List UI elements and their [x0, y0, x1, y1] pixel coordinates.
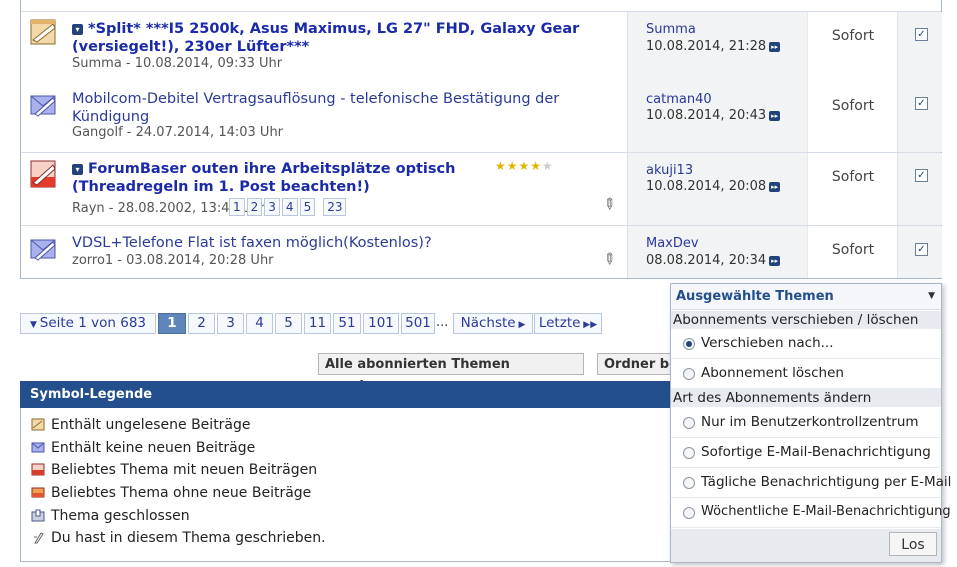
last-post-date: 10.08.2014, 21:28: [646, 39, 767, 54]
thread-starter-date: Summa - 10.08.2014, 09:33 Uhr: [72, 56, 283, 71]
option-control-panel-only[interactable]: Nur im Benutzerkontrollzentrum: [671, 408, 941, 438]
notify-type: Sofort: [831, 98, 875, 114]
legend-title: Symbol-Legende: [20, 381, 700, 408]
page-link[interactable]: 5: [275, 313, 302, 334]
thread-row: VDSL+Telefone Flat ist faxen möglich(Kos…: [21, 226, 942, 278]
go-button[interactable]: Los: [889, 532, 937, 556]
thread-row: Mobilcom-Debitel Vertragsauflösung - tel…: [21, 82, 942, 153]
radio[interactable]: [683, 417, 695, 429]
thread-page-link[interactable]: 1: [229, 198, 245, 216]
legend-item: Enthält ungelesene Beiträge: [31, 417, 251, 433]
hot-old-icon: [31, 487, 45, 498]
thread-page-link[interactable]: 3: [264, 198, 280, 216]
attachment-icon: ✎: [598, 248, 621, 270]
thread-select-checkbox[interactable]: ✓: [915, 243, 928, 256]
notify-type: Sofort: [831, 242, 875, 258]
prefix-icon: ▾: [72, 163, 83, 175]
thread-select-checkbox[interactable]: ✓: [915, 97, 928, 110]
last-page-link[interactable]: Letzte ▶▶: [534, 313, 602, 334]
rating-stars: ★★★★★: [495, 159, 554, 173]
goto-last-post-icon[interactable]: ▸▸: [769, 255, 781, 266]
radio-selected[interactable]: [683, 338, 695, 350]
section-change-type: Art des Abonnements ändern: [671, 389, 941, 407]
page-link[interactable]: 501: [401, 313, 435, 334]
arrow-right-icon: ▶: [515, 320, 526, 330]
prefix-icon: ▾: [72, 23, 83, 35]
thread-title-link[interactable]: VDSL+Telefone Flat ist faxen möglich(Kos…: [72, 234, 592, 252]
thread-page-link[interactable]: 23: [323, 198, 347, 216]
goto-last-post-icon[interactable]: ▸▸: [769, 110, 781, 121]
thread-row: ▾ ForumBaser outen ihre Arbeitsplätze opt…: [21, 153, 942, 226]
no-new-posts-icon: [29, 236, 61, 264]
notify-type: Sofort: [831, 28, 875, 44]
symbol-legend: Symbol-Legende Enthält ungelesene Beiträ…: [20, 381, 702, 562]
legend-item: Du hast in diesem Thema geschrieben.: [31, 530, 326, 546]
hot-new-icon: [31, 463, 45, 476]
legend-item: Beliebtes Thema ohne neue Beiträge: [31, 485, 311, 501]
page-link[interactable]: 2: [188, 313, 215, 334]
page-link[interactable]: 51: [333, 313, 361, 334]
legend-item: Thema geschlossen: [31, 508, 190, 524]
thread-title-link[interactable]: ForumBaser outen ihre Arbeitsplätze opti…: [72, 161, 455, 195]
thread-page-link[interactable]: 2: [246, 198, 263, 216]
option-weekly-email[interactable]: Wöchentliche E-Mail-Benachrichtigung: [671, 498, 951, 528]
radio[interactable]: [683, 477, 695, 489]
last-post-user-link[interactable]: MaxDev: [646, 236, 699, 251]
last-post-user-link[interactable]: akuji13: [646, 163, 693, 178]
option-instant-email[interactable]: Sofortige E-Mail-Benachrichtigung: [671, 438, 941, 468]
section-move-delete: Abonnements verschieben / löschen: [671, 311, 941, 329]
thread-starter-date: Gangolf - 24.07.2014, 14:03 Uhr: [72, 125, 284, 140]
last-post-date: 10.08.2014, 20:43: [646, 108, 767, 123]
notify-type: Sofort: [831, 169, 875, 185]
locked-icon: [31, 509, 45, 522]
thread-page-link[interactable]: 4: [281, 198, 298, 216]
legend-item: Enthält keine neuen Beiträge: [31, 440, 255, 456]
radio[interactable]: [683, 368, 695, 380]
unread-thread-icon: [29, 18, 61, 46]
last-post-user-link[interactable]: Summa: [646, 22, 696, 37]
option-daily-email[interactable]: Tägliche Benachrichtigung per E-Mail: [671, 468, 951, 498]
page-link-current[interactable]: 1: [158, 313, 186, 334]
double-arrow-right-icon: ▶▶: [580, 320, 598, 330]
no-new-posts-icon: [31, 442, 45, 453]
chevron-down-icon: ▼: [928, 291, 935, 301]
option-move[interactable]: Verschieben nach...: [671, 329, 941, 359]
thread-page-link[interactable]: 5: [299, 198, 316, 216]
selected-threads-dropdown[interactable]: Ausgewählte Themen ▼: [671, 284, 941, 310]
radio[interactable]: [683, 507, 695, 519]
next-page-link[interactable]: Nächste ▶: [453, 313, 533, 334]
last-post-date: 10.08.2014, 20:08: [646, 179, 767, 194]
page-link[interactable]: 101: [363, 313, 399, 334]
legend-item: Beliebtes Thema mit neuen Beiträgen: [31, 462, 317, 478]
no-new-posts-icon: [29, 92, 61, 120]
page-info-dropdown[interactable]: ▼ Seite 1 von 683: [20, 313, 156, 334]
radio[interactable]: [683, 447, 695, 459]
thread-row: ▾ *Split* ***I5 2500k, Asus Maximus, LG 2…: [21, 11, 942, 83]
goto-last-post-icon[interactable]: ▸▸: [769, 181, 781, 192]
posted-icon: [34, 532, 44, 544]
caret-down-icon: ▼: [29, 320, 40, 330]
thread-select-checkbox[interactable]: ✓: [915, 169, 928, 182]
last-post-user-link[interactable]: catman40: [646, 92, 712, 107]
unread-posts-icon: [31, 418, 45, 431]
hot-thread-new-icon: [29, 159, 61, 188]
page-link[interactable]: 3: [217, 313, 244, 334]
pagination-ellipsis: ...: [436, 315, 449, 330]
thread-title-link[interactable]: *Split* ***I5 2500k, Asus Maximus, LG 27…: [72, 21, 579, 55]
page-link[interactable]: 11: [304, 313, 331, 334]
thread-pages: 1 2 3 4 5 23: [229, 198, 348, 216]
option-delete[interactable]: Abonnement löschen: [671, 359, 941, 389]
thread-select-checkbox[interactable]: ✓: [915, 28, 928, 41]
last-post-date: 08.08.2014, 20:34: [646, 253, 767, 268]
goto-last-post-icon[interactable]: ▸▸: [769, 41, 781, 52]
thread-starter-date: zorro1 - 03.08.2014, 20:28 Uhr: [72, 253, 274, 268]
show-all-subscriptions-button[interactable]: Alle abonnierten Themen anzeigen: [318, 353, 584, 394]
thread-title-link[interactable]: Mobilcom-Debitel Vertragsauflösung - tel…: [72, 90, 592, 126]
subscribed-thread-list: ▾ *Split* ***I5 2500k, Asus Maximus, LG 2…: [20, 0, 942, 279]
attachment-icon: ✎: [598, 193, 621, 215]
page-link[interactable]: 4: [246, 313, 273, 334]
selected-threads-menu: Ausgewählte Themen ▼ Abonnements verschi…: [670, 283, 951, 563]
